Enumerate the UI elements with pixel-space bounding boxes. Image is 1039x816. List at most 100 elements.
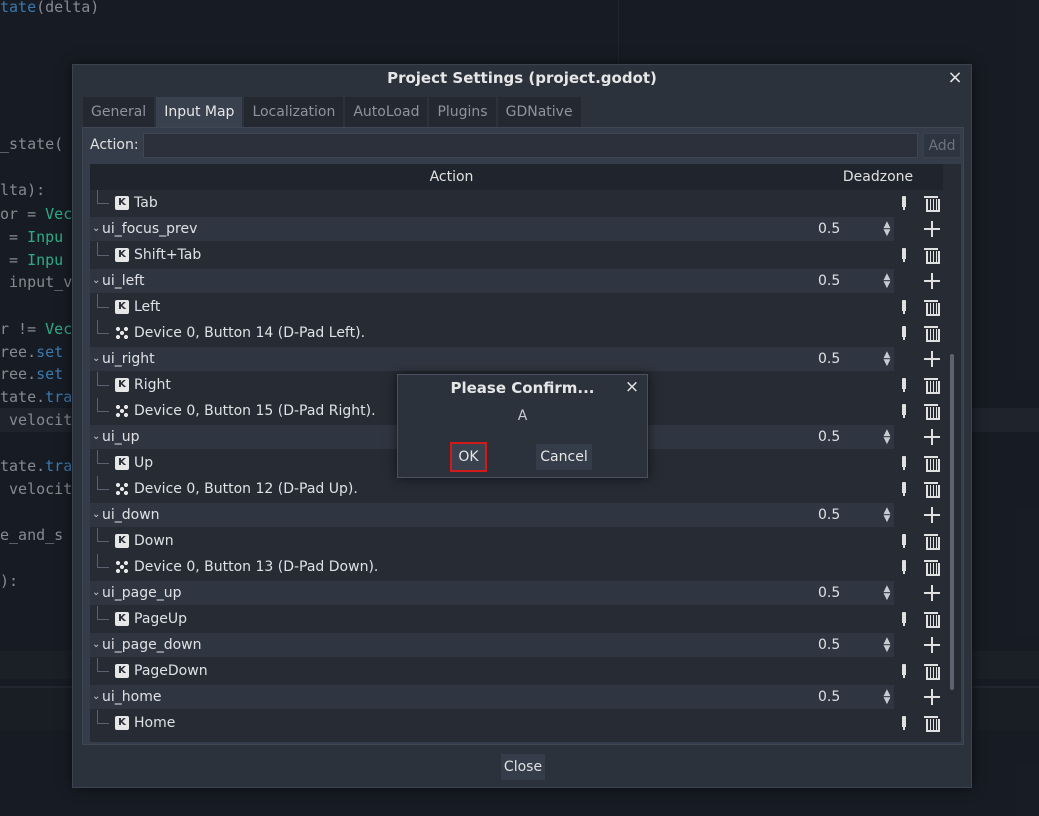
action-name: ui_right — [102, 351, 155, 367]
deadzone-spinner-icon[interactable]: ▲ ▼ — [882, 689, 892, 706]
collapse-arrow-icon[interactable]: ⌄ — [92, 502, 100, 528]
deadzone-spinner-icon[interactable]: ▲ ▼ — [882, 221, 892, 238]
event-row[interactable]: K Tab — [90, 190, 961, 216]
add-event-icon[interactable] — [924, 507, 940, 523]
settings-tabs: General Input Map Localization AutoLoad Plug… — [83, 97, 583, 127]
edit-event-icon[interactable] — [902, 456, 906, 470]
tab-localization[interactable]: Localization — [244, 97, 346, 127]
action-name-input[interactable] — [143, 133, 918, 158]
event-row[interactable]: K Home — [90, 710, 961, 736]
add-event-icon[interactable] — [924, 585, 940, 601]
tab-general[interactable]: General — [83, 97, 157, 127]
dialog-title: Please Confirm... — [450, 379, 595, 397]
tree-guide-line — [97, 372, 109, 386]
action-name: ui_page_up — [102, 585, 182, 601]
edit-event-icon[interactable] — [902, 664, 906, 678]
collapse-arrow-icon[interactable]: ⌄ — [92, 424, 100, 450]
action-row[interactable]: ⌄ ui_page_up 0.5 ▲ ▼ — [90, 580, 961, 606]
edit-event-icon[interactable] — [902, 326, 906, 340]
event-row[interactable]: K PageDown — [90, 658, 961, 684]
close-button[interactable]: Close — [501, 754, 545, 780]
deadzone-value[interactable]: 0.5 — [818, 346, 840, 372]
edit-event-icon[interactable] — [902, 612, 906, 626]
deadzone-spinner-icon[interactable]: ▲ ▼ — [882, 351, 892, 368]
remove-event-icon[interactable] — [924, 533, 940, 550]
edit-event-icon[interactable] — [902, 196, 906, 210]
close-dialog-icon[interactable]: × — [623, 377, 641, 397]
add-event-icon[interactable] — [924, 221, 940, 237]
edit-event-icon[interactable] — [902, 534, 906, 548]
deadzone-spinner-icon[interactable]: ▲ ▼ — [882, 637, 892, 654]
deadzone-value[interactable]: 0.5 — [818, 424, 840, 450]
row-background — [90, 685, 894, 709]
remove-event-icon[interactable] — [924, 559, 940, 576]
edit-event-icon[interactable] — [902, 482, 906, 496]
add-event-icon[interactable] — [924, 351, 940, 367]
collapse-arrow-icon[interactable]: ⌄ — [92, 268, 100, 294]
edit-event-icon[interactable] — [902, 404, 906, 418]
remove-event-icon[interactable] — [924, 403, 940, 420]
collapse-arrow-icon[interactable]: ⌄ — [92, 632, 100, 658]
remove-event-icon[interactable] — [924, 195, 940, 212]
event-row[interactable]: K Left — [90, 294, 961, 320]
remove-event-icon[interactable] — [924, 377, 940, 394]
event-row[interactable]: Device 0, Button 12 (D-Pad Up). — [90, 476, 961, 502]
collapse-arrow-icon[interactable]: ⌄ — [92, 580, 100, 606]
add-action-button[interactable]: Add — [923, 133, 961, 158]
edit-event-icon[interactable] — [902, 378, 906, 392]
tab-autoload[interactable]: AutoLoad — [345, 97, 430, 127]
remove-event-icon[interactable] — [924, 715, 940, 732]
add-event-icon[interactable] — [924, 273, 940, 289]
collapse-arrow-icon[interactable]: ⌄ — [92, 684, 100, 710]
event-row[interactable]: Device 0, Button 13 (D-Pad Down). — [90, 554, 961, 580]
event-row[interactable]: Device 0, Button 14 (D-Pad Left). — [90, 320, 961, 346]
add-event-icon[interactable] — [924, 689, 940, 705]
tab-input-map[interactable]: Input Map — [156, 97, 245, 127]
deadzone-spinner-icon[interactable]: ▲ ▼ — [882, 429, 892, 446]
action-row[interactable]: ⌄ ui_home 0.5 ▲ ▼ — [90, 684, 961, 710]
tab-plugins[interactable]: Plugins — [429, 97, 498, 127]
tree-scrollbar[interactable] — [950, 354, 954, 690]
event-row[interactable]: K Shift+Tab — [90, 242, 961, 268]
remove-event-icon[interactable] — [924, 247, 940, 264]
edit-event-icon[interactable] — [902, 300, 906, 314]
edit-event-icon[interactable] — [902, 248, 906, 262]
collapse-arrow-icon[interactable]: ⌄ — [92, 216, 100, 242]
tab-gdnative[interactable]: GDNative — [497, 97, 583, 127]
ok-button[interactable]: OK — [450, 442, 487, 472]
remove-event-icon[interactable] — [924, 481, 940, 498]
action-row[interactable]: ⌄ ui_focus_prev 0.5 ▲ ▼ — [90, 216, 961, 242]
action-row[interactable]: ⌄ ui_right 0.5 ▲ ▼ — [90, 346, 961, 372]
deadzone-spinner-icon[interactable]: ▲ ▼ — [882, 273, 892, 290]
deadzone-value[interactable]: 0.5 — [818, 684, 840, 710]
deadzone-value[interactable]: 0.5 — [818, 216, 840, 242]
event-row[interactable]: K Down — [90, 528, 961, 554]
collapse-arrow-icon[interactable]: ⌄ — [92, 346, 100, 372]
tree-guide-line — [97, 398, 109, 412]
action-row[interactable]: ⌄ ui_page_down 0.5 ▲ ▼ — [90, 632, 961, 658]
action-row[interactable]: ⌄ ui_down 0.5 ▲ ▼ — [90, 502, 961, 528]
event-row[interactable]: K PageUp — [90, 606, 961, 632]
remove-event-icon[interactable] — [924, 663, 940, 680]
action-row[interactable]: ⌄ ui_left 0.5 ▲ ▼ — [90, 268, 961, 294]
cancel-button[interactable]: Cancel — [536, 444, 592, 470]
tree-guide-line — [97, 294, 109, 308]
tree-guide-line — [97, 528, 109, 542]
remove-event-icon[interactable] — [924, 299, 940, 316]
deadzone-spinner-icon[interactable]: ▲ ▼ — [882, 507, 892, 524]
deadzone-value[interactable]: 0.5 — [818, 632, 840, 658]
deadzone-spinner-icon[interactable]: ▲ ▼ — [882, 585, 892, 602]
remove-event-icon[interactable] — [924, 325, 940, 342]
close-window-icon[interactable]: × — [945, 67, 965, 89]
tree-guide-line — [97, 450, 109, 464]
edit-event-icon[interactable] — [902, 716, 906, 730]
edit-event-icon[interactable] — [902, 560, 906, 574]
deadzone-value[interactable]: 0.5 — [818, 580, 840, 606]
remove-event-icon[interactable] — [924, 455, 940, 472]
deadzone-value[interactable]: 0.5 — [818, 268, 840, 294]
deadzone-value[interactable]: 0.5 — [818, 502, 840, 528]
tree-guide-line — [97, 554, 109, 568]
add-event-icon[interactable] — [924, 637, 940, 653]
remove-event-icon[interactable] — [924, 611, 940, 628]
add-event-icon[interactable] — [924, 429, 940, 445]
